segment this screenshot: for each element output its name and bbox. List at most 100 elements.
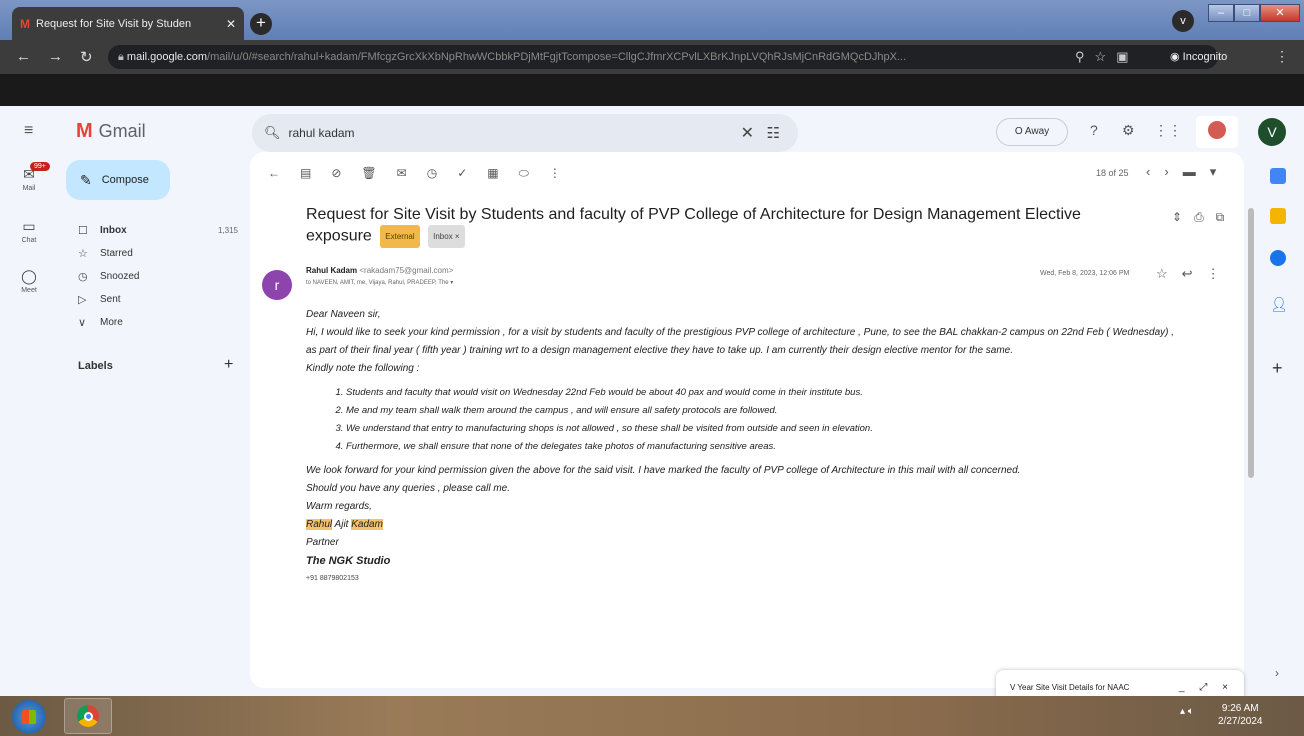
sidebar-item-snoozed[interactable]: ◷ Snoozed <box>78 266 238 286</box>
zoom-icon[interactable]: ⚲ <box>1075 49 1095 64</box>
search-input[interactable]: rahul kadam <box>289 126 355 140</box>
open-new-window-icon[interactable]: ⧉ <box>1216 210 1237 224</box>
volume-icon[interactable]: 🔈︎ <box>1188 706 1194 717</box>
main-menu-icon[interactable]: ≡ <box>24 122 33 140</box>
inbox-label-chip[interactable]: Inbox × <box>428 225 465 248</box>
move-to-icon[interactable]: ▦ <box>487 166 498 181</box>
contacts-icon[interactable]: 👤︎ <box>1270 296 1288 312</box>
closing: Warm regards, <box>306 501 372 512</box>
sender-avatar[interactable]: r <box>262 270 292 300</box>
add-task-icon[interactable]: ✓ <box>457 166 467 181</box>
list-item: Furthermore, we shall ensure that none o… <box>346 438 1186 456</box>
sidebar-item-starred[interactable]: ☆ Starred <box>78 243 238 263</box>
sender-line: Rahul Kadam <rakadam75@gmail.com> <box>306 266 453 275</box>
browser-menu-icon[interactable]: ⋮ <box>1275 48 1289 65</box>
reply-icon[interactable]: ↩ <box>1182 266 1207 281</box>
sidebar-item-more[interactable]: ∨ More <box>78 312 238 332</box>
window-maximize-button[interactable]: □ <box>1234 4 1260 22</box>
sender-email: <rakadam75@gmail.com> <box>359 266 454 275</box>
report-spam-icon[interactable]: ⊘ <box>331 166 341 181</box>
highlighted-last-name: Kadam <box>351 519 383 530</box>
sidebar-item-inbox[interactable]: ☐ Inbox 1,315 <box>78 220 238 240</box>
recipients-line[interactable]: to NAVEEN, AMIT, me, Vijaya, Rahul, PRAD… <box>306 279 453 286</box>
bookmarks-bar <box>0 74 1304 106</box>
show-side-panel-icon[interactable]: › <box>1275 666 1279 680</box>
add-label-icon[interactable]: + <box>224 356 233 374</box>
reload-icon[interactable]: ↻ <box>80 48 93 66</box>
rail-meet[interactable]: ◯ Meet <box>14 268 44 294</box>
labels-heading: Labels <box>78 360 113 372</box>
apps-grid-icon[interactable]: ⋮⋮ <box>1154 122 1182 139</box>
gmail-logo[interactable]: M Gmail <box>76 120 146 143</box>
middle-name: Ajit <box>332 519 352 530</box>
archive-icon[interactable]: ▤ <box>300 166 311 181</box>
tab-close-icon[interactable]: ✕ <box>226 17 236 31</box>
meet-icon: ◯ <box>21 268 37 284</box>
signature-phone: +91 8879802153 <box>306 575 359 582</box>
chrome-taskbar-icon[interactable] <box>64 698 112 734</box>
snooze-icon[interactable]: ◷ <box>427 166 437 181</box>
star-icon[interactable]: ☆ <box>1156 266 1182 281</box>
bookmark-star-icon[interactable]: ☆ <box>1095 49 1117 64</box>
message-more-icon[interactable]: ⋮ <box>1207 266 1234 281</box>
window-minimize-button[interactable]: – <box>1208 4 1234 22</box>
sender-name[interactable]: Rahul Kadam <box>306 266 357 275</box>
new-tab-button[interactable]: + <box>250 13 272 35</box>
search-icon[interactable]: 🔍︎ <box>264 125 281 141</box>
browser-tab[interactable]: M Request for Site Visit by Studen ✕ <box>12 7 244 40</box>
compose-button[interactable]: ✎ Compose <box>66 160 170 200</box>
note-intro: Kindly note the following : <box>306 363 420 374</box>
chrome-icon <box>84 712 93 721</box>
tab-search-button[interactable]: v <box>1172 10 1194 32</box>
older-icon[interactable]: › <box>1164 164 1182 179</box>
input-tools-icon[interactable]: ▬▾ <box>1183 164 1231 179</box>
inbox-icon: ☐ <box>78 224 88 237</box>
pager-count: 18 of 25 <box>1096 168 1129 178</box>
get-addons-icon[interactable]: + <box>1272 358 1283 379</box>
expand-all-icon[interactable]: ⇕ <box>1172 210 1194 224</box>
back-icon[interactable]: ← <box>16 48 31 65</box>
calendar-icon[interactable] <box>1270 168 1286 184</box>
draft-window-controls[interactable]: _ ⤢ × <box>1179 682 1234 693</box>
url-path: /mail/u/0/#search/rahul+kadam/FMfcgzGrcX… <box>207 51 907 63</box>
body-paragraph: We look forward for your kind permission… <box>306 465 1021 476</box>
draft-title: V Year Site Visit Details for NAAC <box>1010 682 1130 692</box>
mark-unread-icon[interactable]: ✉ <box>397 166 407 181</box>
search-bar[interactable]: 🔍︎ rahul kadam ✕ ☷ <box>252 114 798 152</box>
list-item: Students and faculty that would visit on… <box>346 384 1186 402</box>
rail-chat-label: Chat <box>21 237 37 244</box>
start-button[interactable] <box>12 700 46 734</box>
url-bar[interactable]: 🔒︎ mail.google.com/mail/u/0/#search/rahu… <box>108 45 1218 69</box>
delete-icon[interactable]: 🗑︎ <box>361 166 376 181</box>
tray-arrow-icon[interactable]: ▴ <box>1180 706 1185 717</box>
help-icon[interactable]: ? <box>1090 122 1098 138</box>
email-body: Dear Naveen sir, Hi, I would like to see… <box>306 306 1186 588</box>
clear-search-icon[interactable]: ✕ <box>741 123 754 143</box>
window-close-button[interactable]: ✕ <box>1260 4 1300 22</box>
clock-time: 9:26 AM <box>1221 703 1259 714</box>
scrollbar[interactable] <box>1248 208 1254 478</box>
windows-taskbar: ▴ 🔈︎ 9:26 AM 2/27/2024 <box>0 696 1304 736</box>
status-selector[interactable]: O Away <box>996 118 1068 146</box>
search-options-icon[interactable]: ☷ <box>767 124 780 142</box>
keep-icon[interactable] <box>1270 208 1286 224</box>
more-actions-icon[interactable]: ⋮ <box>549 166 561 181</box>
print-icon[interactable]: ⎙ <box>1194 210 1216 224</box>
message-toolbar: ← ▤ ⊘ 🗑︎ ✉ ◷ ✓ ▦ ⬭ ⋮ <box>268 166 561 181</box>
system-tray[interactable]: ▴ 🔈︎ <box>1180 706 1194 717</box>
label-icon[interactable]: ⬭ <box>519 166 529 181</box>
side-panel-icon[interactable]: ▣ <box>1116 49 1138 64</box>
rail-mail-label: Mail <box>22 185 36 192</box>
highlighted-first-name: Rahul <box>306 519 333 530</box>
settings-gear-icon[interactable]: ⚙ <box>1122 122 1135 139</box>
sidebar-item-label: Sent <box>100 293 121 305</box>
back-to-list-icon[interactable]: ← <box>268 166 280 181</box>
incognito-indicator[interactable]: ◉ Incognito <box>1170 50 1227 63</box>
rail-chat[interactable]: ▭ Chat <box>14 218 44 244</box>
taskbar-clock[interactable]: 9:26 AM 2/27/2024 <box>1218 702 1263 728</box>
sidebar-item-sent[interactable]: ▷ Sent <box>78 289 238 309</box>
newer-icon[interactable]: ‹ <box>1146 164 1164 179</box>
account-avatar[interactable]: V <box>1258 118 1286 146</box>
forward-icon[interactable]: → <box>48 48 63 65</box>
tasks-icon[interactable] <box>1270 250 1286 266</box>
